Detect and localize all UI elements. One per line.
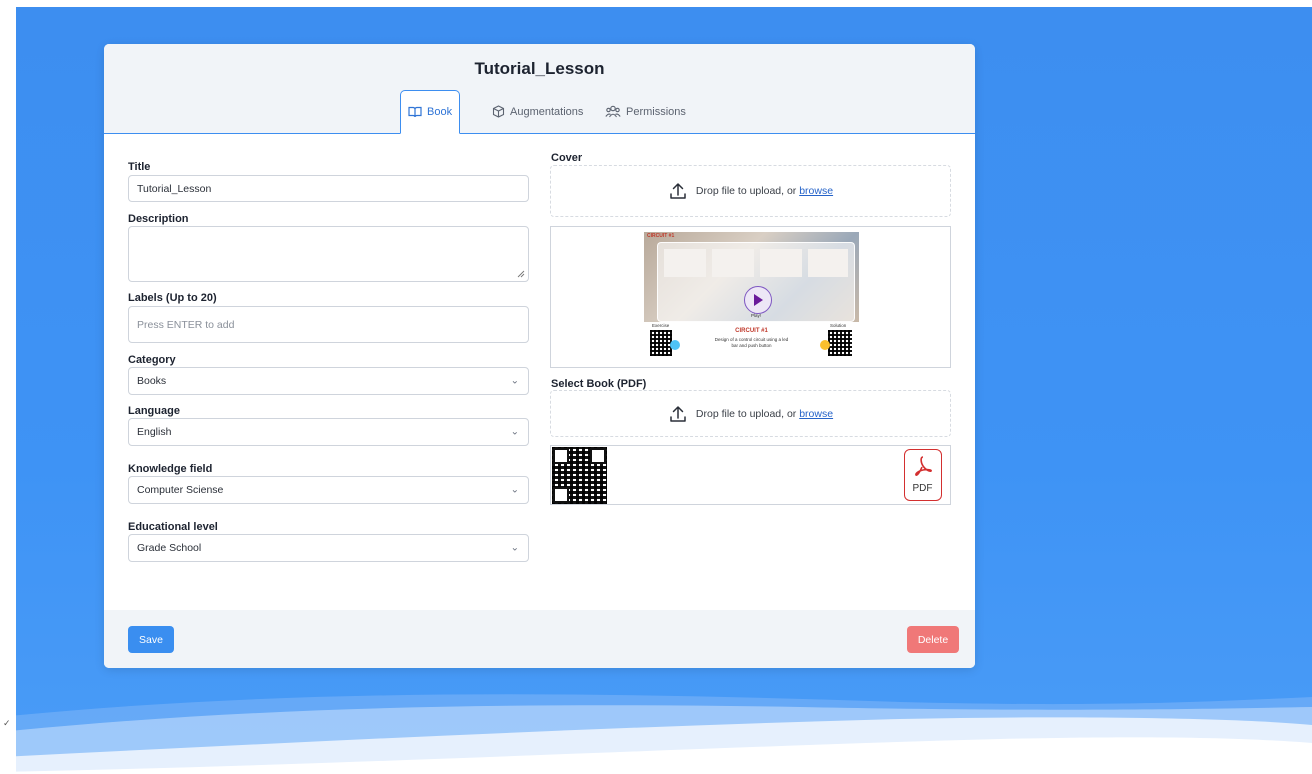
select-book-label: Select Book (PDF) bbox=[551, 378, 647, 390]
cube-icon bbox=[492, 105, 505, 118]
educational-level-select[interactable]: Grade School ⌄ bbox=[128, 534, 529, 562]
cover-drop-text: Drop file to upload, or browse bbox=[696, 185, 833, 197]
cover-image: CIRCUIT #1 Play! Exercise Solution CIRCU… bbox=[644, 232, 859, 364]
cover-slot bbox=[808, 249, 848, 277]
tab-augmentations[interactable]: Augmentations bbox=[485, 90, 590, 133]
users-icon bbox=[605, 105, 621, 118]
tab-augmentations-label: Augmentations bbox=[510, 105, 584, 118]
cover-slot bbox=[712, 249, 754, 277]
cover-drop-label: Drop file to upload, or bbox=[695, 185, 800, 197]
chevron-down-icon: ⌄ bbox=[510, 375, 519, 387]
upload-icon bbox=[670, 405, 686, 422]
page-title: Tutorial_Lesson bbox=[474, 59, 605, 78]
lightbulb-icon bbox=[820, 340, 830, 350]
solution-qr-code bbox=[828, 330, 852, 356]
solution-label: Solution bbox=[830, 323, 847, 328]
question-icon bbox=[670, 340, 680, 350]
category-label: Category bbox=[128, 354, 176, 366]
knowledge-field-select-value: Computer Sciense bbox=[137, 484, 224, 496]
card-header: Tutorial_Lesson Book Augmentations Permi… bbox=[104, 44, 975, 134]
pdf-dropzone[interactable]: Drop file to upload, or browse bbox=[550, 390, 951, 437]
book-editor-card: Tutorial_Lesson Book Augmentations Permi… bbox=[104, 44, 975, 668]
tab-book-label: Book bbox=[427, 106, 453, 118]
description-textarea[interactable] bbox=[128, 226, 529, 282]
pdf-badge-text: PDF bbox=[912, 483, 933, 494]
knowledge-field-select[interactable]: Computer Sciense ⌄ bbox=[128, 476, 529, 504]
cover-browse-link[interactable]: browse bbox=[799, 185, 833, 197]
pdf-drop-text: Drop file to upload, or browse bbox=[696, 408, 833, 420]
educational-level-select-value: Grade School bbox=[137, 542, 202, 554]
title-input[interactable]: Tutorial_Lesson bbox=[128, 175, 529, 202]
circuit-title: CIRCUIT #1 bbox=[735, 328, 768, 334]
chevron-down-icon: ⌄ bbox=[510, 426, 519, 438]
save-button[interactable]: Save bbox=[128, 626, 174, 653]
resize-handle-icon[interactable] bbox=[517, 270, 525, 278]
qr-finder bbox=[553, 448, 569, 464]
exercise-label: Exercise bbox=[652, 323, 670, 328]
exercise-qr-code bbox=[650, 330, 672, 356]
labels-input-placeholder: Press ENTER to add bbox=[137, 318, 235, 331]
chevron-down-icon: ⌄ bbox=[510, 542, 519, 554]
language-select-value: English bbox=[137, 426, 172, 438]
pdf-preview: PDF bbox=[550, 445, 951, 505]
labels-input[interactable]: Press ENTER to add bbox=[128, 306, 529, 343]
cover-slot bbox=[760, 249, 802, 277]
tab-permissions-label: Permissions bbox=[626, 105, 686, 118]
tab-book[interactable]: Book bbox=[400, 90, 461, 134]
book-open-icon bbox=[408, 106, 422, 118]
cover-overlay-panel: Play! bbox=[657, 242, 855, 322]
card-footer: Save Delete bbox=[104, 610, 975, 668]
title-label: Title bbox=[128, 161, 151, 173]
chevron-down-icon[interactable]: ✓ bbox=[3, 718, 11, 729]
category-select-value: Books bbox=[137, 375, 167, 387]
cover-header-text: CIRCUIT #1 bbox=[647, 233, 675, 239]
qr-finder bbox=[590, 448, 606, 464]
cover-preview: CIRCUIT #1 Play! Exercise Solution CIRCU… bbox=[550, 226, 951, 368]
cover-dropzone[interactable]: Drop file to upload, or browse bbox=[550, 165, 951, 217]
qr-finder bbox=[553, 487, 569, 503]
pdf-browse-link[interactable]: browse bbox=[799, 408, 833, 420]
description-label: Description bbox=[128, 213, 189, 225]
pdf-drop-label: Drop file to upload, or bbox=[695, 407, 800, 420]
acrobat-icon bbox=[915, 456, 932, 476]
pdf-file-icon: PDF bbox=[904, 449, 942, 501]
knowledge-field-label: Knowledge field bbox=[128, 463, 213, 475]
title-input-value: Tutorial_Lesson bbox=[137, 182, 212, 195]
play-qr-badge bbox=[744, 286, 772, 314]
educational-level-label: Educational level bbox=[128, 521, 218, 533]
delete-button[interactable]: Delete bbox=[907, 626, 959, 653]
upload-icon bbox=[670, 183, 686, 199]
language-label: Language bbox=[128, 405, 180, 417]
labels-label: Labels (Up to 20) bbox=[128, 292, 217, 304]
chevron-down-icon: ⌄ bbox=[510, 484, 519, 496]
circuit-desc-line-2: bar and push button bbox=[731, 343, 772, 348]
category-select[interactable]: Books ⌄ bbox=[128, 367, 529, 395]
play-icon bbox=[754, 294, 763, 306]
cover-label: Cover bbox=[551, 152, 583, 164]
language-select[interactable]: English ⌄ bbox=[128, 418, 529, 446]
circuit-desc-line-1: Design of a control circuit using a led bbox=[714, 337, 789, 342]
left-edge-strip bbox=[0, 0, 16, 774]
cover-slot bbox=[664, 249, 706, 277]
pdf-qr-code bbox=[552, 447, 607, 504]
play-text: Play! bbox=[751, 313, 762, 318]
tab-permissions[interactable]: Permissions bbox=[598, 90, 693, 133]
